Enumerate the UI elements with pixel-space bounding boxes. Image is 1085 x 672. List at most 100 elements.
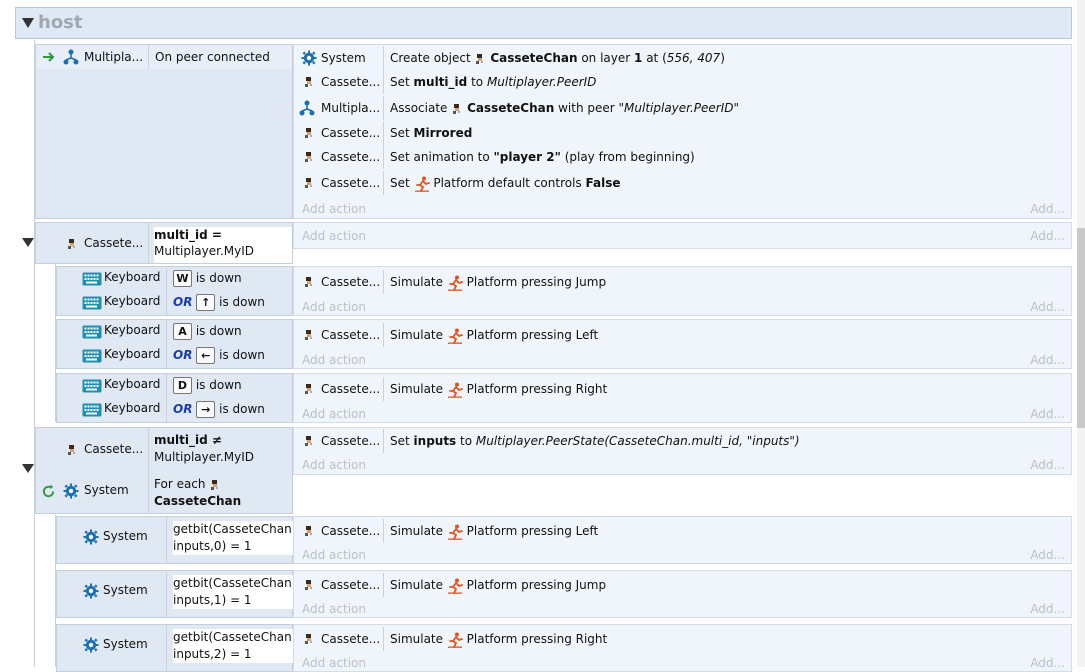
running-man-icon [447, 275, 463, 291]
action-row[interactable]: Cassete... Simulate Platform pressing Ri… [294, 377, 1071, 401]
condition-object: Keyboard [104, 377, 161, 391]
action-row[interactable]: Multipla... Associate CasseteChan with p… [294, 96, 1071, 120]
character-sprite-icon [303, 276, 315, 288]
action-object: Cassete... [321, 578, 381, 592]
action-row[interactable]: Cassete... Set inputs to Multiplayer.Pee… [294, 429, 1071, 453]
subevent-condition-block[interactable]: Keyboard D is down Keyboard OR → is down [56, 373, 293, 423]
add-more-link[interactable]: Add... [1030, 602, 1065, 616]
action-text: Set Mirrored [390, 126, 473, 140]
action-object: Cassete... [321, 382, 381, 396]
condition-object: System [103, 529, 148, 543]
subevent-condition-block[interactable]: System getbit(CasseteChan. inputs,2) = 1 [56, 624, 293, 672]
subevent-condition-block[interactable]: System getbit(CasseteChan. inputs,1) = 1 [56, 570, 293, 618]
condition-text: getbit(CasseteChan. inputs,2) = 1 [173, 629, 293, 663]
collapse-triangle-icon[interactable] [22, 464, 34, 473]
condition-text: multi_id ≠ Multiplayer.MyID [154, 433, 255, 464]
action-object: Cassete... [321, 434, 381, 448]
event-condition-block[interactable]: Cassete... multi_id ≠ Multiplayer.MyID Sy… [35, 427, 293, 514]
character-sprite-icon [303, 633, 315, 645]
character-sprite-icon [303, 383, 315, 395]
add-more-link[interactable]: Add... [1030, 300, 1065, 314]
running-man-icon [447, 382, 463, 398]
character-sprite-icon [66, 238, 78, 250]
running-man-icon [447, 328, 463, 344]
action-object: Cassete... [321, 75, 381, 89]
character-sprite-icon [303, 76, 315, 88]
add-action-link[interactable]: Add action [302, 458, 366, 472]
action-row[interactable]: Cassete... Simulate Platform pressing Le… [294, 519, 1071, 543]
add-action-link[interactable]: Add action [302, 602, 366, 616]
action-row[interactable]: System Create object CasseteChan on laye… [294, 46, 1071, 70]
gear-icon [301, 50, 317, 66]
action-object: Cassete... [321, 126, 381, 140]
action-text: Simulate Platform pressing Right [390, 382, 608, 398]
add-more-link[interactable]: Add... [1030, 407, 1065, 421]
keyboard-icon [82, 296, 102, 310]
add-action-link[interactable]: Add action [302, 548, 366, 562]
subevent-condition-block[interactable]: System getbit(CasseteChan. inputs,0) = 1 [56, 516, 293, 564]
event-condition-block[interactable]: Multipla... On peer connected [35, 44, 293, 219]
action-row[interactable]: Cassete... Simulate Platform pressing Ju… [294, 573, 1071, 597]
condition-text: On peer connected [155, 50, 270, 64]
add-more-link[interactable]: Add... [1030, 656, 1065, 670]
add-action-link[interactable]: Add action [302, 353, 366, 367]
condition-object: Multipla... [84, 50, 144, 64]
condition-object: System [103, 637, 148, 651]
add-action-link[interactable]: Add action [302, 407, 366, 421]
action-text: Set Platform default controls False [390, 176, 621, 192]
character-sprite-icon [303, 127, 315, 139]
collapse-triangle-icon[interactable] [22, 238, 34, 247]
subevent-condition-block[interactable]: Keyboard A is down Keyboard OR ← is down [56, 319, 293, 369]
condition-object: Cassete... [84, 236, 144, 250]
add-action-link[interactable]: Add action [302, 229, 366, 243]
subevent-action-block: Cassete... Simulate Platform pressing Ri… [293, 373, 1072, 423]
condition-text: getbit(CasseteChan. inputs,1) = 1 [173, 575, 293, 609]
add-action-link[interactable]: Add action [302, 202, 366, 216]
action-row[interactable]: Cassete... Set multi_id to Multiplayer.P… [294, 70, 1071, 94]
condition-text: OR → is down [173, 401, 265, 418]
add-more-link[interactable]: Add... [1030, 229, 1065, 243]
character-sprite-icon [303, 151, 315, 163]
action-text: Simulate Platform pressing Left [390, 328, 599, 344]
keyboard-icon [82, 403, 102, 417]
condition-text: multi_id = Multiplayer.MyID [154, 227, 292, 263]
add-more-link[interactable]: Add... [1030, 548, 1065, 562]
subevent-action-block: Cassete... Simulate Platform pressing Ri… [293, 624, 1072, 672]
group-header-host[interactable]: host [15, 7, 1072, 39]
running-man-icon [414, 176, 430, 192]
character-sprite-icon [303, 329, 315, 341]
running-man-icon [447, 578, 463, 594]
action-row[interactable]: Cassete... Set Mirrored [294, 121, 1071, 145]
action-text: Simulate Platform pressing Left [390, 524, 599, 540]
gear-icon [83, 637, 99, 653]
action-text: Associate CasseteChan with peer "Multipl… [390, 101, 740, 115]
add-action-link[interactable]: Add action [302, 656, 366, 670]
event-condition-block[interactable]: Cassete... multi_id = Multiplayer.MyID [35, 222, 293, 264]
condition-text: OR ↑ is down [173, 294, 265, 311]
add-more-link[interactable]: Add... [1030, 353, 1065, 367]
action-row[interactable]: Cassete... Simulate Platform pressing Ju… [294, 270, 1071, 294]
add-more-link[interactable]: Add... [1030, 458, 1065, 472]
action-row[interactable]: Cassete... Simulate Platform pressing Le… [294, 323, 1071, 347]
collapse-triangle-icon[interactable] [22, 18, 34, 28]
add-action-link[interactable]: Add action [302, 300, 366, 314]
action-text: Simulate Platform pressing Jump [390, 578, 607, 594]
running-man-icon [447, 524, 463, 540]
subevent-condition-block[interactable]: Keyboard W is down Keyboard OR ↑ is down [56, 266, 293, 316]
condition-object: Keyboard [104, 347, 161, 361]
action-row[interactable]: Cassete... Simulate Platform pressing Ri… [294, 627, 1071, 651]
network-icon [63, 49, 79, 65]
add-more-link[interactable]: Add... [1030, 202, 1065, 216]
condition-row[interactable]: Multipla... On peer connected [36, 45, 292, 69]
character-sprite-icon [303, 435, 315, 447]
condition-text: getbit(CasseteChan. inputs,0) = 1 [173, 521, 293, 555]
action-object: Cassete... [321, 632, 381, 646]
action-row[interactable]: Cassete... Set animation to "player 2" (… [294, 145, 1071, 169]
event-action-block: System Create object CasseteChan on laye… [293, 44, 1072, 219]
character-sprite-icon [209, 479, 221, 491]
scrollbar-thumb[interactable] [1077, 228, 1085, 428]
condition-text: OR ← is down [173, 347, 265, 364]
action-row[interactable]: Cassete... Set Platform default controls… [294, 171, 1071, 195]
character-sprite-icon [303, 177, 315, 189]
action-text: Set inputs to Multiplayer.PeerState(Cass… [390, 434, 800, 448]
